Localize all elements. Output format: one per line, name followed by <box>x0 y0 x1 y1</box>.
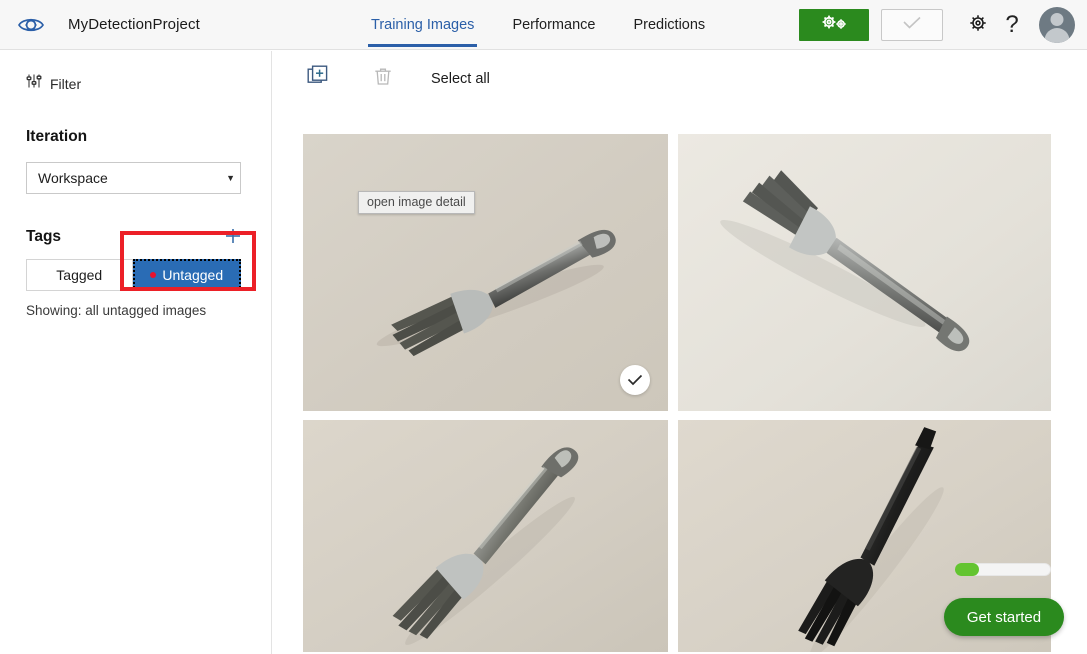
showing-status-text: Showing: all untagged images <box>26 303 207 318</box>
image-tooltip: open image detail <box>358 191 475 214</box>
avatar-head-shape <box>1050 13 1064 26</box>
training-image-3 <box>303 420 668 652</box>
quick-test-button[interactable] <box>881 9 943 41</box>
checkmark-icon <box>627 374 643 386</box>
filter-sliders-icon <box>26 73 42 94</box>
tag-filter-toggle-group: Tagged Untagged <box>26 259 241 291</box>
iteration-select[interactable]: Workspace <box>26 162 241 194</box>
settings-button[interactable] <box>961 8 995 42</box>
app-header: MyDetectionProject Training Images Perfo… <box>0 0 1087 50</box>
eye-gear-icon <box>14 8 48 42</box>
tab-performance[interactable]: Performance <box>493 0 614 50</box>
untagged-filter-label: Untagged <box>162 267 224 283</box>
untagged-status-dot <box>150 272 157 278</box>
tags-header: Tags <box>26 228 245 246</box>
filter-label: Filter <box>50 75 82 92</box>
question-mark-icon: ? <box>1005 11 1019 38</box>
select-all-label: Select all <box>431 70 490 87</box>
brand: MyDetectionProject <box>0 8 200 42</box>
select-all-button[interactable]: Select all <box>431 71 490 87</box>
get-started-button[interactable]: Get started <box>944 598 1064 636</box>
train-button[interactable] <box>799 9 869 41</box>
gear-icon <box>967 12 989 39</box>
help-button[interactable]: ? <box>995 8 1029 42</box>
add-images-icon <box>307 65 329 92</box>
iteration-select-wrapper: Workspace ▼ <box>26 162 245 194</box>
filter-button[interactable]: Filter <box>26 73 245 94</box>
trash-icon <box>374 66 392 91</box>
training-image-2 <box>678 134 1051 411</box>
user-avatar[interactable] <box>1039 7 1075 43</box>
plus-icon <box>226 229 240 243</box>
tagged-filter-button[interactable]: Tagged <box>26 259 133 291</box>
tab-training-images-label: Training Images <box>371 17 475 33</box>
avatar-body-shape <box>1044 28 1070 43</box>
checkmark-icon <box>902 16 922 35</box>
iteration-selected-value: Workspace <box>38 170 108 186</box>
header-actions: ? <box>799 0 1075 50</box>
tab-predictions-label: Predictions <box>633 17 706 33</box>
left-sidebar: Filter Iteration Workspace ▼ Tags Tagged <box>0 51 272 654</box>
tagged-filter-label: Tagged <box>56 267 103 283</box>
tab-performance-label: Performance <box>512 17 596 33</box>
image-gallery-grid: open image detail <box>303 134 1051 652</box>
tags-title: Tags <box>26 228 62 245</box>
tab-predictions[interactable]: Predictions <box>614 0 724 50</box>
project-title: MyDetectionProject <box>68 16 200 33</box>
delete-images-button[interactable] <box>363 59 403 99</box>
gallery-item[interactable]: open image detail <box>303 134 668 411</box>
gallery-toolbar: Select all <box>273 51 1087 106</box>
double-gear-icon <box>818 13 850 38</box>
add-images-button[interactable] <box>298 59 338 99</box>
gallery-item[interactable] <box>303 420 668 652</box>
add-tag-button[interactable] <box>223 226 243 246</box>
untagged-filter-button[interactable]: Untagged <box>132 259 241 291</box>
app-root: MyDetectionProject Training Images Perfo… <box>0 0 1087 654</box>
main-navigation-tabs: Training Images Performance Predictions <box>352 0 724 50</box>
onboarding-progress-bar <box>955 563 1051 576</box>
iteration-title: Iteration <box>26 128 88 145</box>
onboarding-progress-fill <box>955 563 979 576</box>
tab-training-images[interactable]: Training Images <box>352 0 493 50</box>
training-image-1 <box>303 134 668 411</box>
image-select-checkbox[interactable] <box>620 365 650 395</box>
gallery-item[interactable] <box>678 134 1051 411</box>
